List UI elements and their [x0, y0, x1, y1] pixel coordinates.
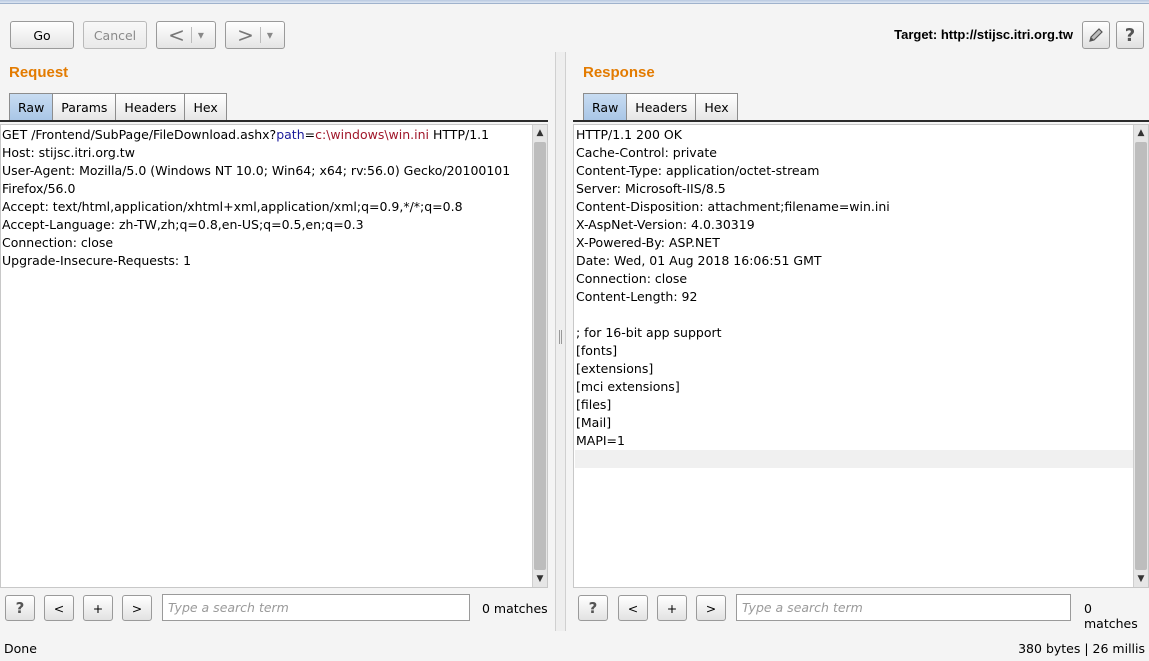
- tab-response-raw[interactable]: Raw: [583, 93, 628, 120]
- forward-dropdown-icon[interactable]: ▾: [267, 28, 273, 42]
- tab-underline: [0, 120, 548, 122]
- tab-request-params[interactable]: Params: [52, 93, 117, 120]
- separator: [259, 27, 261, 43]
- question-icon: ?: [1124, 24, 1136, 46]
- cancel-button[interactable]: Cancel: [83, 21, 147, 49]
- response-line: Date: Wed, 01 Aug 2018 16:06:51 GMT: [576, 253, 822, 268]
- target-label: Target: http://stijsc.itri.org.tw: [894, 27, 1073, 42]
- request-header-line: Host: stijsc.itri.org.tw: [2, 145, 135, 160]
- status-text: Done: [4, 641, 37, 656]
- request-editor[interactable]: GET /Frontend/SubPage/FileDownload.ashx?…: [0, 124, 548, 588]
- response-search-add-button[interactable]: +: [657, 595, 687, 621]
- panel-splitter[interactable]: [555, 52, 566, 631]
- question-icon: ?: [588, 599, 598, 617]
- scroll-down-icon[interactable]: ▼: [1134, 571, 1148, 587]
- response-text[interactable]: HTTP/1.1 200 OK Cache-Control: private C…: [574, 126, 1133, 468]
- question-icon: ?: [15, 599, 25, 617]
- go-button[interactable]: Go: [10, 21, 74, 49]
- back-arrow-icon: <: [168, 23, 185, 47]
- request-header-line: Firefox/56.0: [2, 181, 76, 196]
- response-line: Cache-Control: private: [576, 145, 717, 160]
- response-search-bar: ? < + > 0 matches: [566, 588, 1149, 631]
- toolbar: Go Cancel < ▾ > ▾ Target: http://stijsc.…: [0, 4, 1149, 56]
- request-title: Request: [9, 64, 69, 81]
- response-line: Connection: close: [576, 271, 688, 286]
- tab-response-headers[interactable]: Headers: [626, 93, 697, 120]
- response-line: Server: Microsoft-IIS/8.5: [576, 181, 726, 196]
- response-match-count: 0 matches: [1084, 601, 1138, 631]
- response-line: Content-Type: application/octet-stream: [576, 163, 820, 178]
- response-search-help-button[interactable]: ?: [578, 595, 608, 621]
- request-line-text: GET /Frontend/SubPage/FileDownload.ashx?: [2, 127, 277, 142]
- param-equals: =: [304, 127, 316, 142]
- response-line: [extensions]: [576, 361, 654, 376]
- response-line: Content-Length: 92: [576, 289, 698, 304]
- request-search-next-button[interactable]: >: [122, 595, 152, 621]
- edit-target-button[interactable]: [1082, 21, 1110, 49]
- request-header-line: Accept: text/html,application/xhtml+xml,…: [2, 199, 463, 214]
- response-line: [575, 306, 1133, 324]
- response-line: [Mail]: [576, 415, 612, 430]
- help-button[interactable]: ?: [1116, 21, 1144, 49]
- response-line: Content-Disposition: attachment;filename…: [576, 199, 890, 214]
- response-scrollbar[interactable]: ▲ ▼: [1133, 125, 1148, 587]
- response-line: ; for 16-bit app support: [576, 325, 722, 340]
- response-line: HTTP/1.1 200 OK: [576, 127, 682, 142]
- response-search-next-button[interactable]: >: [696, 595, 726, 621]
- separator: [190, 27, 192, 43]
- response-line: [files]: [576, 397, 612, 412]
- request-search-input[interactable]: [162, 594, 470, 621]
- response-search-prev-button[interactable]: <: [618, 595, 648, 621]
- tab-underline: [573, 120, 1149, 122]
- param-name: path: [276, 127, 305, 142]
- forward-arrow-icon: >: [237, 23, 254, 47]
- request-match-count: 0 matches: [482, 601, 548, 616]
- request-search-bar: ? < + > 0 matches: [0, 588, 555, 631]
- request-header-line: Accept-Language: zh-TW,zh;q=0.8,en-US;q=…: [2, 217, 364, 232]
- scroll-up-icon[interactable]: ▲: [533, 125, 547, 141]
- response-editor[interactable]: HTTP/1.1 200 OK Cache-Control: private C…: [573, 124, 1149, 588]
- scroll-up-icon[interactable]: ▲: [1134, 125, 1148, 141]
- back-dropdown-icon[interactable]: ▾: [198, 28, 204, 42]
- response-tabs: Raw Headers Hex: [583, 93, 738, 120]
- request-header-line: Connection: close: [2, 235, 114, 250]
- response-stats: 380 bytes | 26 millis: [1018, 641, 1145, 656]
- request-scrollbar[interactable]: ▲ ▼: [532, 125, 547, 587]
- request-line-protocol: HTTP/1.1: [429, 127, 490, 142]
- response-line: [fonts]: [576, 343, 618, 358]
- param-value: c:\windows\win.ini: [315, 127, 430, 142]
- response-line: X-AspNet-Version: 4.0.30319: [576, 217, 755, 232]
- request-search-prev-button[interactable]: <: [44, 595, 74, 621]
- scroll-thumb[interactable]: [534, 142, 546, 570]
- request-header-line: Upgrade-Insecure-Requests: 1: [2, 253, 192, 268]
- request-search-add-button[interactable]: +: [83, 595, 113, 621]
- request-text[interactable]: GET /Frontend/SubPage/FileDownload.ashx?…: [1, 126, 532, 270]
- response-line: X-Powered-By: ASP.NET: [576, 235, 720, 250]
- tab-request-headers[interactable]: Headers: [115, 93, 186, 120]
- request-search-help-button[interactable]: ?: [5, 595, 35, 621]
- status-bar: Done 380 bytes | 26 millis: [0, 631, 1149, 661]
- request-header-line: User-Agent: Mozilla/5.0 (Windows NT 10.0…: [2, 163, 511, 178]
- request-line: GET /Frontend/SubPage/FileDownload.ashx?…: [1, 126, 532, 144]
- forward-button[interactable]: > ▾: [225, 21, 285, 49]
- tab-request-raw[interactable]: Raw: [9, 93, 54, 120]
- response-panel: Response Raw Headers Hex HTTP/1.1 200 OK…: [566, 56, 1149, 631]
- tab-response-hex[interactable]: Hex: [695, 93, 738, 120]
- tab-request-hex[interactable]: Hex: [184, 93, 227, 120]
- back-button[interactable]: < ▾: [156, 21, 216, 49]
- response-current-line: [575, 450, 1133, 468]
- response-line: [mci extensions]: [576, 379, 680, 394]
- response-line: MAPI=1: [576, 433, 625, 448]
- request-panel: Request Raw Params Headers Hex GET /Fron…: [0, 56, 555, 631]
- response-search-input[interactable]: [736, 594, 1071, 621]
- pencil-icon: [1089, 28, 1103, 42]
- scroll-thumb[interactable]: [1135, 142, 1147, 570]
- request-tabs: Raw Params Headers Hex: [9, 93, 227, 120]
- splitter-grip-icon[interactable]: [559, 330, 562, 344]
- scroll-down-icon[interactable]: ▼: [533, 571, 547, 587]
- response-title: Response: [583, 64, 655, 81]
